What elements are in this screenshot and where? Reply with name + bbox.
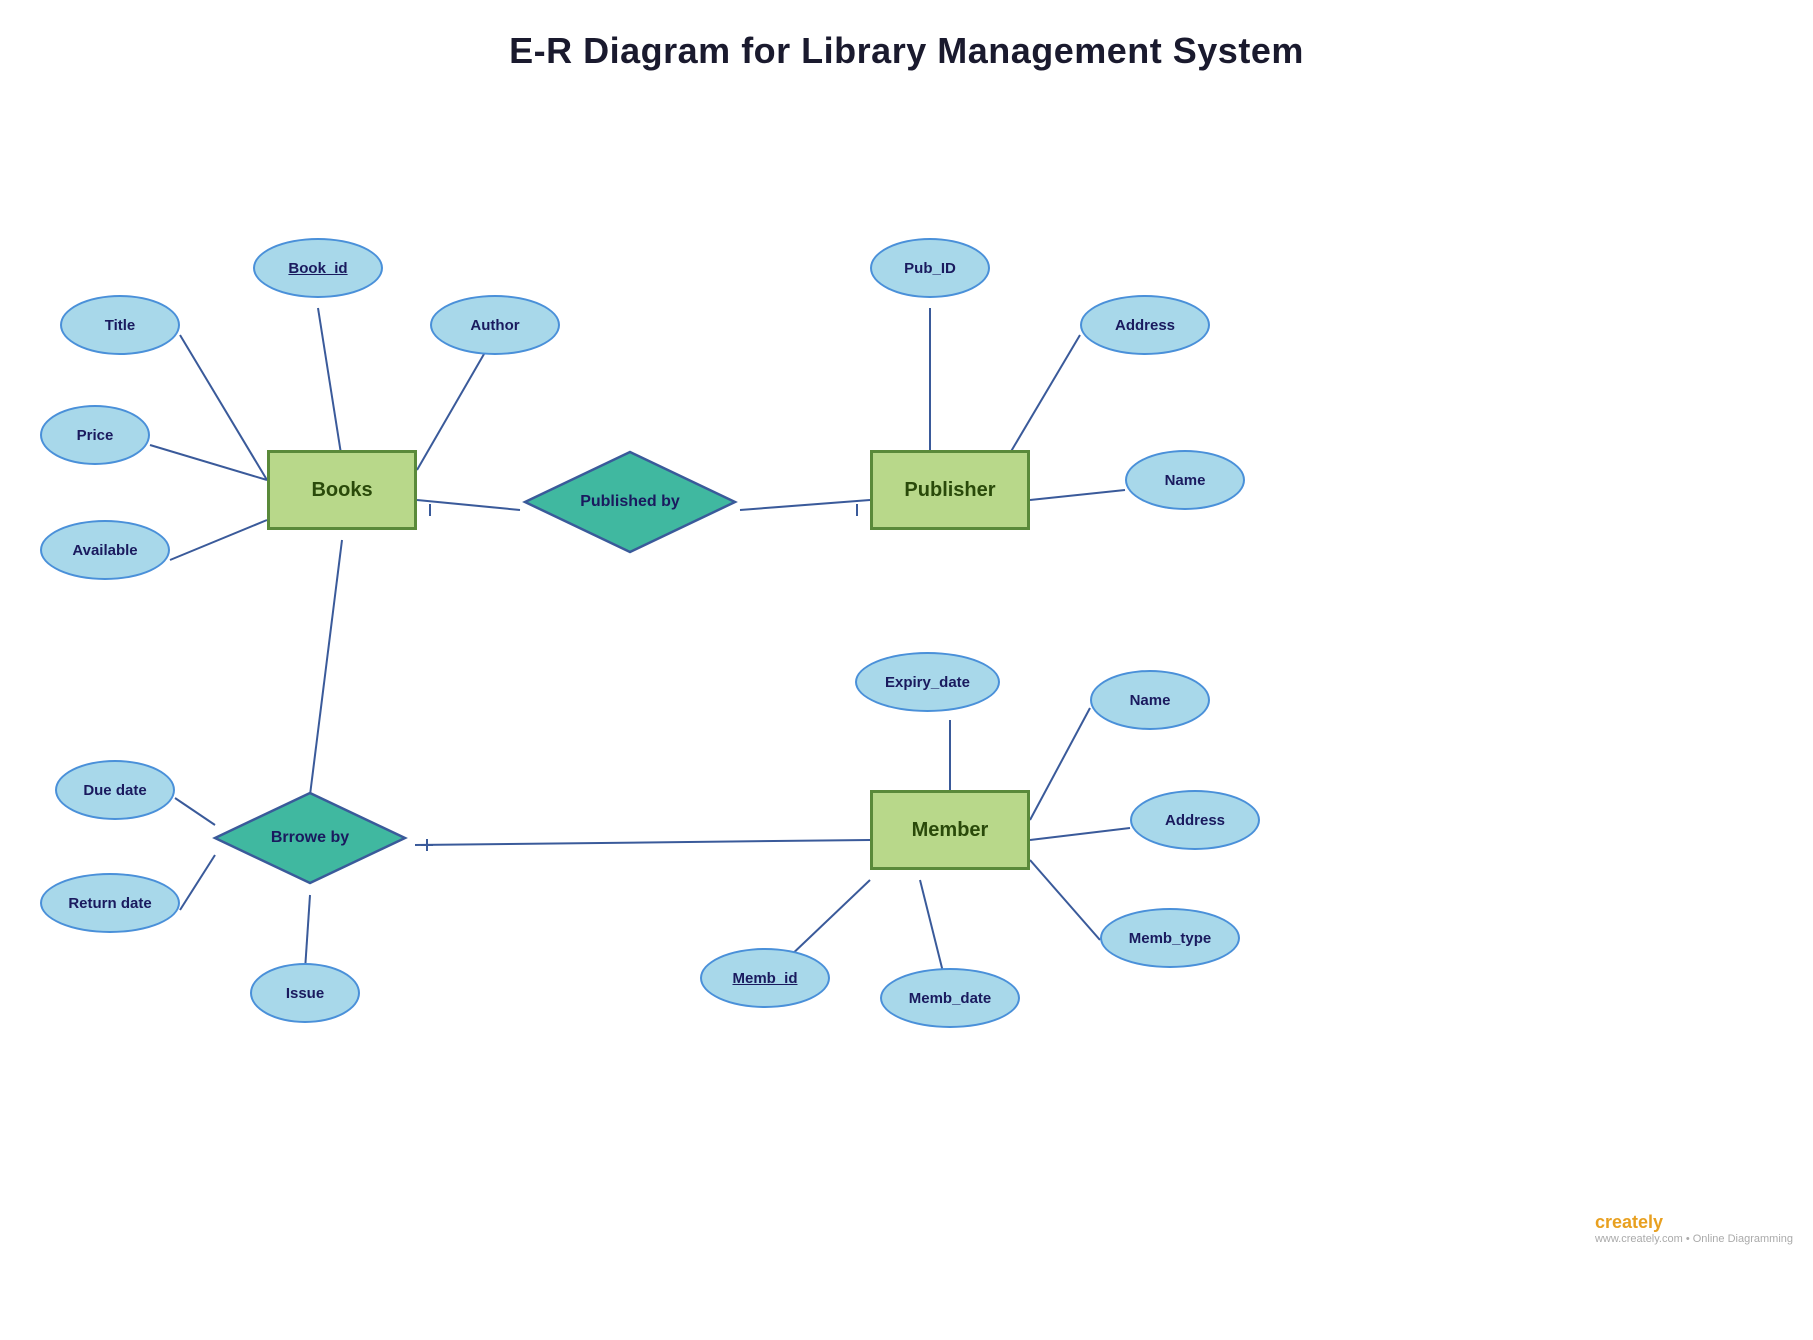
attr-return-date: Return date bbox=[40, 873, 180, 933]
entity-publisher: Publisher bbox=[870, 450, 1030, 530]
watermark-brand: creately bbox=[1595, 1212, 1793, 1233]
attr-issue: Issue bbox=[250, 963, 360, 1023]
attr-address-member: Address bbox=[1130, 790, 1260, 850]
watermark-sub: www.creately.com • Online Diagramming bbox=[1595, 1233, 1793, 1245]
attr-memb-type: Memb_type bbox=[1100, 908, 1240, 968]
attr-name-member: Name bbox=[1090, 670, 1210, 730]
attr-pub-id: Pub_ID bbox=[870, 238, 990, 298]
attr-price: Price bbox=[40, 405, 150, 465]
attr-name-publisher: Name bbox=[1125, 450, 1245, 510]
attr-author: Author bbox=[430, 295, 560, 355]
page-title: E-R Diagram for Library Management Syste… bbox=[0, 0, 1813, 72]
entity-books: Books bbox=[267, 450, 417, 530]
attr-memb-date: Memb_date bbox=[880, 968, 1020, 1028]
diagram-container: Books Publisher Member Published by Brro… bbox=[0, 80, 1813, 1260]
attr-address-publisher: Address bbox=[1080, 295, 1210, 355]
attr-memb-id: Memb_id bbox=[700, 948, 830, 1008]
attr-available: Available bbox=[40, 520, 170, 580]
entity-member: Member bbox=[870, 790, 1030, 870]
relationship-published-by: Published by bbox=[520, 447, 740, 557]
attr-expiry-date: Expiry_date bbox=[855, 652, 1000, 712]
attr-book-id: Book_id bbox=[253, 238, 383, 298]
relationship-browse-by: Brrowe by bbox=[210, 788, 410, 888]
watermark: creately www.creately.com • Online Diagr… bbox=[1595, 1212, 1793, 1245]
attr-title: Title bbox=[60, 295, 180, 355]
attr-due-date: Due date bbox=[55, 760, 175, 820]
